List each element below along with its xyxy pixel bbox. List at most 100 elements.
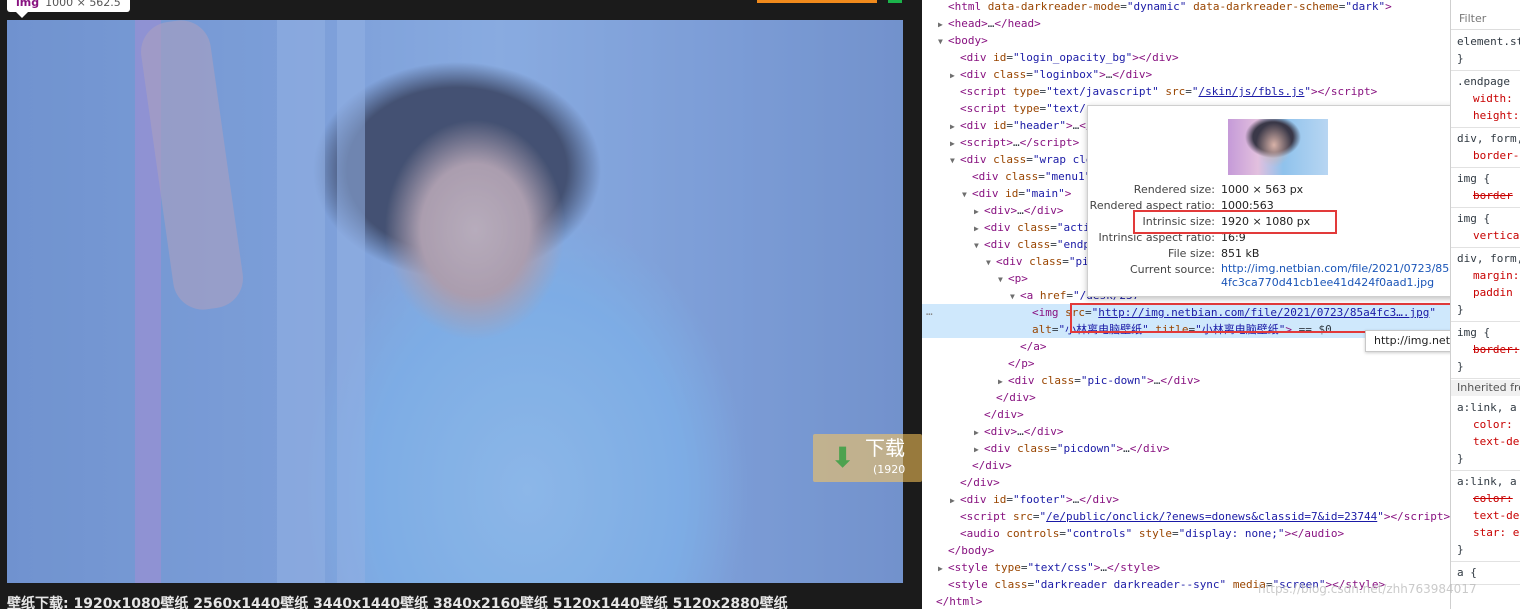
css-rule-close: } — [1457, 452, 1464, 465]
dom-node[interactable]: ▶ <div>…</div> — [922, 423, 1064, 440]
expanded-triangle-icon[interactable]: ▼ — [950, 152, 960, 169]
css-rule-close: } — [1457, 543, 1464, 556]
css-selector[interactable]: a { — [1457, 565, 1477, 581]
css-selector[interactable]: a:link, a — [1457, 400, 1517, 416]
dom-node[interactable]: <div class="menu1" — [922, 168, 1091, 185]
collapsed-triangle-icon[interactable]: ▶ — [974, 220, 984, 237]
image-info-value: 851 kB — [1221, 247, 1260, 260]
dom-node[interactable]: ▶ <script>…</script> — [922, 134, 1079, 151]
dom-node[interactable]: ▼ <div id="main"> — [922, 185, 1071, 202]
collapsed-triangle-icon[interactable]: ▶ — [938, 16, 948, 33]
dom-node[interactable]: ▶ <div id="footer">…</div> — [922, 491, 1119, 508]
css-property[interactable]: text-de — [1457, 434, 1519, 450]
image-info-tooltip: Rendered size: 1000 × 563 px Rendered aspe… — [1087, 105, 1465, 297]
css-selector[interactable]: img { — [1457, 171, 1490, 187]
dom-node[interactable]: ▶ <div class="loginbox">…</div> — [922, 66, 1152, 83]
dom-node-markup: </div> — [960, 476, 1000, 489]
css-selector[interactable]: img { — [1457, 325, 1490, 341]
css-property[interactable]: vertica — [1457, 228, 1519, 244]
dom-node[interactable]: <audio controls="controls" style="displa… — [922, 525, 1344, 542]
css-property[interactable]: width: — [1457, 91, 1513, 107]
css-selector[interactable]: a:link, a — [1457, 474, 1517, 490]
dom-node[interactable]: ▼ <div class="pi — [922, 253, 1089, 270]
dom-node[interactable]: ▶ <div class="acti — [922, 219, 1090, 236]
expanded-triangle-icon[interactable]: ▼ — [1010, 288, 1020, 305]
css-property[interactable]: color: — [1457, 491, 1513, 507]
collapsed-triangle-icon[interactable]: ▶ — [950, 67, 960, 84]
dom-node[interactable]: ▶ <div class="picdown">…</div> — [922, 440, 1169, 457]
orange-header-button[interactable] — [757, 0, 877, 3]
dom-node[interactable]: <html data-darkreader-mode="dynamic" dat… — [922, 0, 1392, 15]
dom-node[interactable]: <script src="/e/public/onclick/?enews=do… — [922, 508, 1450, 525]
collapsed-triangle-icon[interactable]: ▶ — [950, 492, 960, 509]
styles-filter-input[interactable]: Filter — [1451, 8, 1520, 30]
css-selector[interactable]: element.st — [1457, 34, 1520, 50]
intrinsic-size-highlight-box — [1133, 210, 1337, 234]
dom-node[interactable]: </div> — [922, 457, 1012, 474]
dom-node[interactable]: </body> — [922, 542, 994, 559]
download-button[interactable]: ⬇ 下载 (1920 — [813, 434, 922, 482]
css-property[interactable]: text-de — [1457, 508, 1519, 524]
rule-separator — [1451, 207, 1520, 208]
dom-node[interactable]: ▶ <div id="header">…</ — [922, 117, 1092, 134]
expanded-triangle-icon[interactable]: ▼ — [986, 254, 996, 271]
collapsed-triangle-icon[interactable]: ▶ — [950, 118, 960, 135]
dom-node-markup: </p> — [1008, 357, 1035, 370]
dom-node-markup: </html> — [936, 595, 983, 608]
image-info-value: 1000 × 563 px — [1221, 183, 1304, 196]
green-header-button[interactable] — [888, 0, 902, 3]
css-selector[interactable]: img { — [1457, 211, 1490, 227]
css-property[interactable]: border- — [1457, 148, 1519, 164]
dom-node[interactable]: ▼ <p> — [922, 270, 1028, 287]
dom-node[interactable]: ▶ <div class="pic-down">…</div> — [922, 372, 1200, 389]
css-property[interactable]: star: e — [1457, 525, 1519, 541]
css-property[interactable]: paddin — [1457, 285, 1513, 301]
wallpaper-image[interactable] — [7, 20, 903, 583]
dom-node-markup: <p> — [1008, 272, 1028, 285]
dom-node[interactable]: </p> — [922, 355, 1035, 372]
dom-node-markup: <div class="acti — [984, 221, 1090, 234]
dom-node-markup: <style type="text/css">…</style> — [948, 561, 1160, 574]
image-source-link[interactable]: http://img.netbian.com/file/2021/0723/85… — [1221, 262, 1461, 290]
dom-node[interactable]: ▶ <style type="text/css">…</style> — [922, 559, 1160, 576]
dom-node[interactable]: </div> — [922, 389, 1036, 406]
dom-node[interactable]: </div> — [922, 406, 1024, 423]
collapsed-triangle-icon[interactable]: ▶ — [998, 373, 1008, 390]
collapsed-triangle-icon[interactable]: ▶ — [974, 203, 984, 220]
css-selector[interactable]: div, form, — [1457, 251, 1520, 267]
dom-node[interactable]: </div> — [922, 474, 1000, 491]
dom-node[interactable]: ▼ <div class="wrap cle — [922, 151, 1092, 168]
download-label: 下载 — [865, 436, 905, 460]
css-property[interactable]: border — [1457, 188, 1513, 204]
dom-node[interactable]: ▼ <div class="endp — [922, 236, 1090, 253]
dom-node-markup: <div id="main"> — [972, 187, 1072, 200]
collapsed-triangle-icon[interactable]: ▶ — [938, 560, 948, 577]
wallpaper-size-links[interactable]: 壁纸下载: 1920x1080壁纸 2560x1440壁纸 3440x1440壁… — [7, 593, 788, 609]
expanded-triangle-icon[interactable]: ▼ — [962, 186, 972, 203]
expanded-triangle-icon[interactable]: ▼ — [998, 271, 1008, 288]
css-rule-close: } — [1457, 360, 1464, 373]
css-property[interactable]: height: — [1457, 108, 1519, 124]
dom-node[interactable]: </a> — [922, 338, 1047, 355]
dom-node[interactable]: </html> — [922, 593, 982, 609]
dom-node[interactable]: ▶ <div>…</div> — [922, 202, 1064, 219]
collapsed-triangle-icon[interactable]: ▶ — [974, 441, 984, 458]
dom-node[interactable]: ▶ <head>…</head> — [922, 15, 1041, 32]
css-property[interactable]: color: — [1457, 417, 1513, 433]
download-arrow-icon: ⬇ — [831, 441, 855, 474]
css-selector[interactable]: .endpage — [1457, 74, 1510, 90]
css-selector[interactable]: div, form, — [1457, 131, 1520, 147]
collapsed-triangle-icon[interactable]: ▶ — [950, 135, 960, 152]
watermark: https://blog.csdn.net/zhh763984017 — [1258, 582, 1477, 596]
css-property[interactable]: margin: — [1457, 268, 1519, 284]
dom-node[interactable]: <div id="login_opacity_bg"></div> — [922, 49, 1179, 66]
download-sublabel: (1920 — [873, 463, 906, 476]
css-property[interactable]: border: — [1457, 342, 1519, 358]
dom-node[interactable]: <script type="text/javascript" src="/ski… — [922, 83, 1377, 100]
collapsed-triangle-icon[interactable]: ▶ — [974, 424, 984, 441]
dom-node[interactable]: <script type="text/ — [922, 100, 1086, 117]
dom-node[interactable]: ▼ <body> — [922, 32, 988, 49]
expanded-triangle-icon[interactable]: ▼ — [974, 237, 984, 254]
more-options-icon[interactable]: … — [926, 305, 933, 318]
expanded-triangle-icon[interactable]: ▼ — [938, 33, 948, 50]
